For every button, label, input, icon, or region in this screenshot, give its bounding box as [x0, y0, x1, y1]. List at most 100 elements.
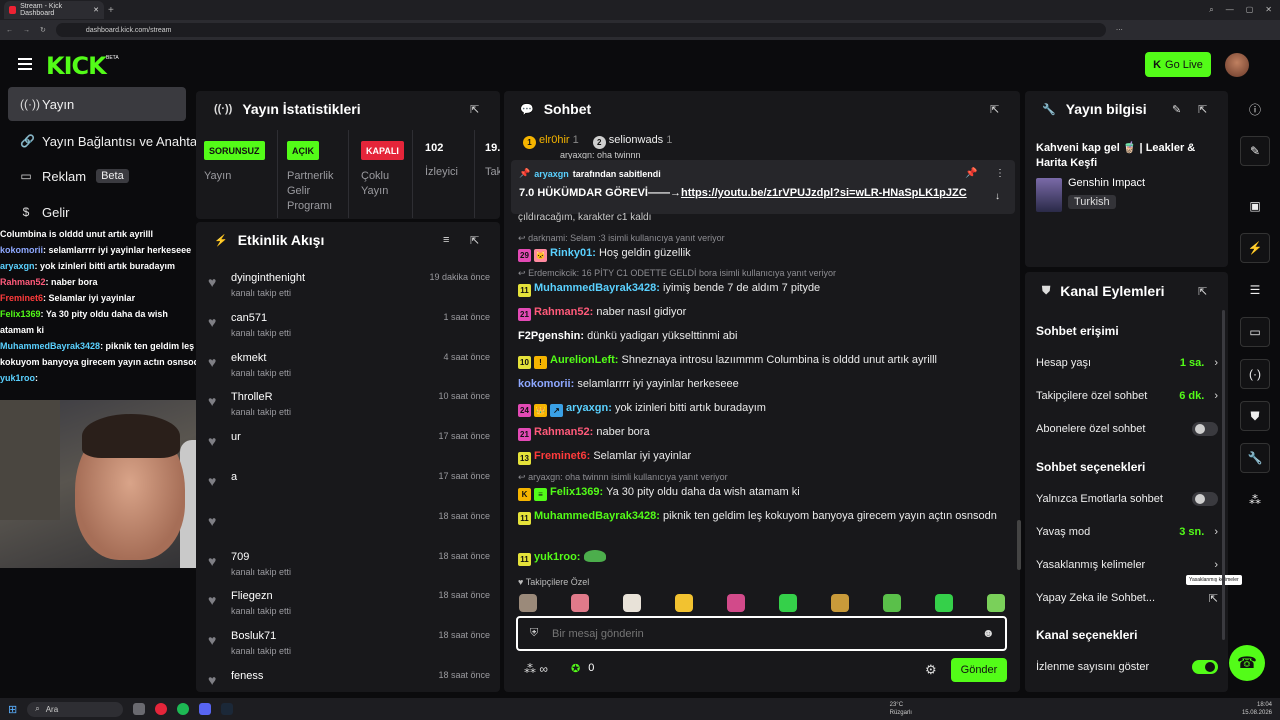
edit-icon[interactable]: ✎	[1240, 136, 1270, 166]
expand-icon[interactable]: ↓	[995, 191, 1000, 202]
go-live-button[interactable]: K Go Live	[1145, 52, 1211, 77]
filter-icon[interactable]: ≡	[443, 234, 449, 246]
list-icon[interactable]: ☰	[1240, 275, 1270, 305]
chat-bubble-icon[interactable]: ▭	[1240, 317, 1270, 347]
popout-icon[interactable]: ⇱	[1198, 103, 1207, 116]
chat-message[interactable]: K ≡ Felix1369: Ya 30 pity oldu daha da wis…	[518, 484, 1006, 501]
chat-message[interactable]: 11 yuk1roo:	[518, 549, 1006, 566]
sidebar-item-stream-link[interactable]: 🔗 Yayın Bağlantısı ve Anahtarı	[8, 124, 198, 158]
chat-username[interactable]: F2Pgenshin	[518, 330, 580, 342]
subs-only-toggle[interactable]	[1192, 422, 1218, 436]
chat-message[interactable]: 11 MuhammedBayrak3428: iyimiş bende 7 de …	[518, 280, 1006, 297]
opera-icon[interactable]	[155, 703, 168, 715]
chat-username[interactable]: Rahman52	[534, 306, 590, 318]
kick-logo[interactable]: KICK	[46, 52, 107, 80]
emote-only-toggle[interactable]	[1192, 492, 1218, 506]
top-gifter[interactable]: 1 elr0hir 1	[523, 134, 579, 149]
search-icon[interactable]: ⌕	[1209, 5, 1213, 15]
help-chat-icon[interactable]: ☎	[1229, 645, 1265, 681]
close-window-icon[interactable]: ✕	[1265, 5, 1272, 15]
minimize-icon[interactable]: —	[1226, 5, 1234, 15]
chat-username[interactable]: aryaxgn	[566, 402, 608, 414]
chat-message[interactable]: 13 Freminet6: Selamlar iyi yayinlar	[518, 448, 1006, 465]
back-icon[interactable]: ←	[6, 27, 13, 34]
emote[interactable]	[779, 594, 797, 612]
close-tab-icon[interactable]: ✕	[93, 6, 99, 14]
wrench-icon[interactable]: 🔧	[1240, 443, 1270, 473]
extensions-icon[interactable]: ⋯	[1116, 26, 1123, 34]
chat-message[interactable]: F2Pgenshin: dünkü yadigarı yükselttinmi …	[518, 328, 1006, 344]
steam-icon[interactable]	[221, 703, 234, 715]
weather[interactable]: 23°C Rüzgarlı	[890, 701, 912, 717]
clock[interactable]: 18:04 15.08.2026	[1242, 701, 1280, 717]
slow-mode-row[interactable]: Yavaş mod 3 sn. ›	[1036, 523, 1218, 541]
chat-username[interactable]: Rahman52	[534, 426, 590, 438]
activity-item[interactable]: ♥ 709 kanalı takip etti 18 saat önce	[208, 545, 490, 585]
emote[interactable]	[571, 594, 589, 612]
channel-points[interactable]: ✪ 0	[571, 662, 594, 675]
account-age-row[interactable]: Hesap yaşı 1 sa. ›	[1036, 354, 1218, 372]
unpin-icon[interactable]: 📌	[965, 168, 977, 179]
chat-username[interactable]: Rinky01	[550, 247, 592, 259]
taskbar-search[interactable]: ⌕ Ara	[27, 701, 124, 717]
sidebar-item-gelir[interactable]: $ Gelir	[8, 195, 186, 229]
chat-message[interactable]: 29 🐱 Rinky01: Hoş geldin güzellik	[518, 245, 1006, 262]
followers-only-row[interactable]: Takipçilere özel sohbet 6 dk. ›	[1036, 387, 1218, 405]
more-icon[interactable]: ⋮	[995, 168, 1005, 179]
pinned-link[interactable]: https://youtu.be/z1rVPUJzdpl?si=wLR-HNaS…	[681, 187, 967, 199]
popout-icon[interactable]: ⇱	[1198, 285, 1207, 298]
top-gifter[interactable]: 2 selionwads 1	[592, 134, 672, 149]
emote[interactable]	[727, 594, 745, 612]
chat-scrollbar[interactable]	[1017, 520, 1021, 570]
sidebar-item-reklam[interactable]: ▭ Reklam Beta	[8, 159, 186, 193]
chat-username[interactable]: MuhammedBayrak3428	[534, 282, 656, 294]
explorer-icon[interactable]	[133, 703, 146, 715]
sidebar-item-yayin[interactable]: ((·)) Yayın	[8, 87, 186, 121]
menu-icon[interactable]	[18, 58, 32, 70]
reload-icon[interactable]: ↻	[40, 26, 46, 34]
shield-icon[interactable]: ⛨	[530, 627, 538, 640]
chat-username[interactable]: Freminet6	[534, 450, 587, 462]
maximize-icon[interactable]: ▢	[1246, 5, 1254, 15]
discord-icon[interactable]	[199, 703, 212, 715]
channel-actions-scrollbar[interactable]	[1222, 310, 1225, 640]
edit-icon[interactable]: ✎	[1172, 103, 1181, 116]
chat-username[interactable]: MuhammedBayrak3428	[534, 510, 656, 522]
show-viewers-toggle[interactable]	[1192, 660, 1218, 674]
emote[interactable]	[623, 594, 641, 612]
bolt-icon[interactable]: ⚡	[1240, 233, 1270, 263]
ai-chat-row[interactable]: Yapay Zeka ile Sohbet... ⇱	[1036, 589, 1218, 607]
emote[interactable]	[935, 594, 953, 612]
chat-username[interactable]: yuk1roo	[534, 551, 577, 563]
banned-words-row[interactable]: Yasaklanmış kelimeler ›	[1036, 556, 1218, 574]
chat-message[interactable]: kokomorii: selamlarrrr iyi yayinlar herk…	[518, 376, 1006, 392]
chat-username[interactable]: AurelionLeft	[550, 354, 615, 366]
activity-item[interactable]: ♥ ThrolleR kanalı takip etti 10 saat önc…	[208, 385, 490, 425]
chat-input[interactable]	[552, 625, 972, 643]
emote[interactable]	[883, 594, 901, 612]
infinity-icon[interactable]: ⁂ ∞	[524, 662, 548, 676]
spotify-icon[interactable]	[177, 703, 190, 715]
activity-item[interactable]: ♥ can571 kanalı takip etti 1 saat önce	[208, 306, 490, 346]
activity-item[interactable]: ♥ ur 17 saat önce	[208, 425, 490, 465]
browser-tab[interactable]: Stream - Kick Dashboard ✕	[4, 1, 104, 19]
activity-item[interactable]: ♥ Bosluk71 kanalı takip etti 18 saat önc…	[208, 624, 490, 664]
activity-item[interactable]: ♥ 18 saat önce	[208, 505, 490, 545]
activity-item[interactable]: ♥ a 17 saat önce	[208, 465, 490, 505]
chat-message[interactable]: 11 MuhammedBayrak3428: piknik ten geldim …	[518, 508, 1006, 525]
layout-icon[interactable]: ▣	[1240, 191, 1270, 221]
new-tab-button[interactable]: +	[108, 5, 114, 16]
emote[interactable]	[519, 594, 537, 612]
forward-icon[interactable]: →	[23, 27, 30, 34]
emote[interactable]	[987, 594, 1005, 612]
chat-message[interactable]: 21 Rahman52: naber bora	[518, 424, 1006, 441]
signal-icon[interactable]: (·)	[1240, 359, 1270, 389]
mod-icon[interactable]: ⛊	[1240, 401, 1270, 431]
url-field[interactable]: dashboard.kick.com/stream	[55, 23, 1106, 37]
chat-username[interactable]: kokomorii	[518, 378, 571, 390]
info-icon[interactable]: ⓘ	[1240, 94, 1270, 124]
popout-icon[interactable]: ⇱	[470, 234, 479, 247]
gear-icon[interactable]: ⚙	[925, 662, 937, 678]
users-icon[interactable]: ⁂	[1240, 485, 1270, 515]
chat-message[interactable]: 21 Rahman52: naber nasıl gidiyor	[518, 304, 1006, 321]
